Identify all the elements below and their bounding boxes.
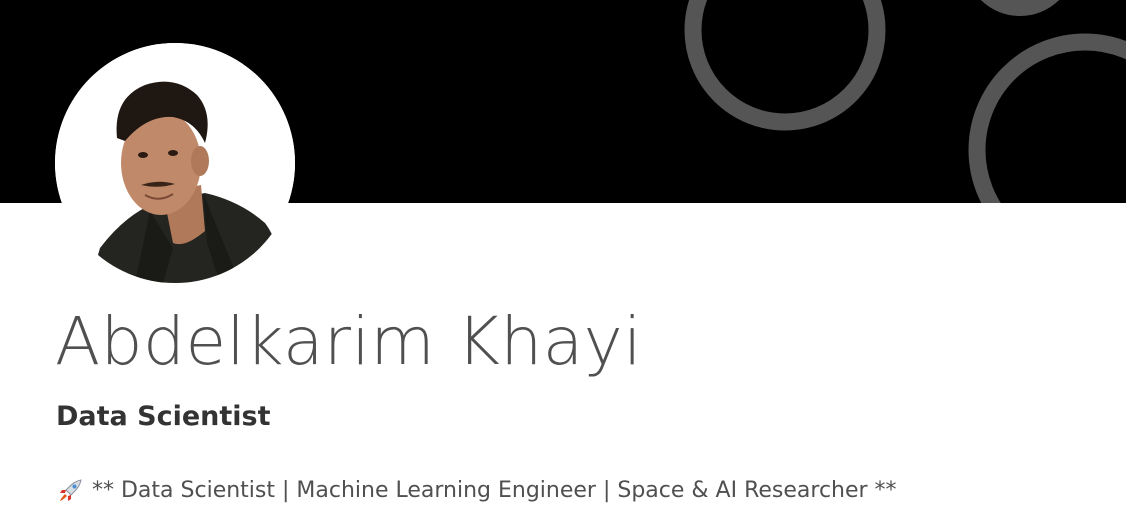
profile-headline: Data Scientist xyxy=(56,401,271,432)
summary-text: ** Data Scientist | Machine Learning Eng… xyxy=(92,478,897,503)
rocket-icon xyxy=(57,478,83,504)
avatar[interactable] xyxy=(55,43,295,283)
profile-name: Abdelkarim Khayi xyxy=(55,303,643,380)
profile-photo xyxy=(55,43,295,283)
profile-summary: ** Data Scientist | Machine Learning Eng… xyxy=(57,476,897,506)
profile-page: Abdelkarim Khayi Data Scientist ** Data … xyxy=(0,0,1126,529)
